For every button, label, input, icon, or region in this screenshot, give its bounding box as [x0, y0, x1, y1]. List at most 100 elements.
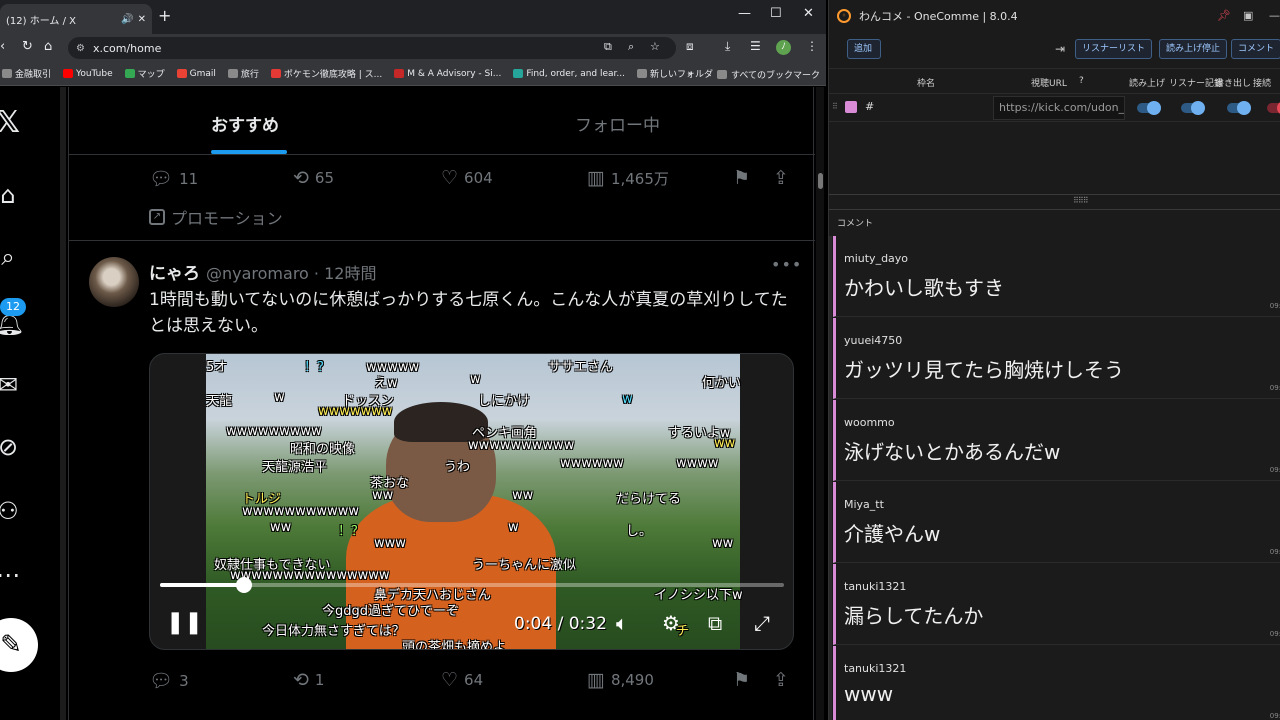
pin-icon[interactable]: 📌︎: [1217, 9, 1231, 22]
bookmark-item[interactable]: ポケモン徹底攻略 | ス...: [270, 67, 382, 80]
address-bar[interactable]: ⚙ x.com/home: [68, 37, 676, 59]
all-bookmarks-link[interactable]: すべてのブックマーク: [731, 68, 820, 81]
profile-avatar[interactable]: ﾉ: [776, 40, 791, 55]
comment-user[interactable]: tanuki1321: [844, 580, 906, 593]
source-url-field[interactable]: https://kick.com/udon_is: [993, 96, 1125, 120]
listener-list-button[interactable]: リスナーリスト: [1075, 39, 1153, 59]
login-icon[interactable]: ⇥: [1055, 42, 1065, 56]
bookmark-star-icon[interactable]: ☆: [650, 40, 660, 53]
comment-user[interactable]: woommo: [844, 416, 895, 429]
site-info-icon[interactable]: ⚙: [76, 43, 85, 54]
bookmark-button[interactable]: ⚑: [733, 669, 756, 691]
promotion-label[interactable]: ↗ プロモーション: [149, 205, 283, 229]
home-nav-icon[interactable]: ⌂: [0, 181, 22, 209]
page-scrollbar-thumb[interactable]: [818, 173, 823, 189]
bookmark-item[interactable]: Gmail: [176, 69, 216, 79]
minimize-icon[interactable]: —: [738, 6, 751, 21]
repost-button[interactable]: ⟲ 65: [293, 167, 334, 189]
repost-button[interactable]: ⟲ 1: [293, 669, 324, 691]
messages-nav-icon[interactable]: ✉: [0, 371, 22, 399]
comment-user[interactable]: tanuki1321: [844, 662, 906, 675]
reply-button[interactable]: 💬︎ 11: [149, 167, 198, 190]
tab-close-icon[interactable]: ✕: [138, 14, 146, 25]
drag-handle-icon[interactable]: ⠿: [832, 102, 838, 111]
settings-icon[interactable]: ⚙: [662, 611, 680, 635]
post-handle-time[interactable]: @nyaromaro · 12時間: [206, 260, 376, 284]
bookmark-item[interactable]: M & A Advisory - Si...: [394, 69, 501, 79]
maximize-icon[interactable]: ☐: [770, 6, 782, 21]
comment-list[interactable]: miuty_dayo かわいし歌もすき 09: yuuei4750 ガッツリ見てたら胸焼…: [829, 236, 1280, 720]
onecomme-window: ◦ わんコメ - OneComme | 8.0.4 📌︎ ▣ — 追加 ⇥ リス…: [828, 0, 1280, 720]
bookmark-item[interactable]: YouTube: [63, 69, 113, 79]
home-icon[interactable]: ⌂: [44, 39, 52, 54]
like-button[interactable]: ♡ 604: [441, 167, 493, 189]
views-button[interactable]: ▥ 1,465万: [587, 167, 669, 189]
window-mode-icon[interactable]: ▣: [1243, 9, 1253, 22]
comment-user[interactable]: miuty_dayo: [844, 252, 908, 265]
download-icon[interactable]: ⤓: [725, 39, 730, 54]
source-color-checkbox[interactable]: [845, 101, 857, 113]
nav-scrollbar[interactable]: [60, 87, 66, 720]
stop-reading-button[interactable]: 読み上げ停止: [1159, 39, 1228, 59]
comment-item[interactable]: tanuki1321 www 09:: [833, 646, 1280, 720]
bookmark-item[interactable]: マップ: [124, 67, 165, 80]
video-progress-bar[interactable]: [160, 577, 784, 593]
comment-item[interactable]: woommo 泳げないとかあるんだw 09:: [833, 400, 1280, 481]
comment-item[interactable]: miuty_dayo かわいし歌もすき 09:: [833, 236, 1280, 317]
more-nav-icon[interactable]: ⋯: [0, 561, 22, 589]
video-player[interactable]: 5オ！？ wwwww えw w ササエさん 何かい 天龍 w ドッスン しにかけ w wwwwwww w…: [149, 353, 794, 650]
browser-tab-x-home[interactable]: (12) ホーム / X 🔊 ✕: [0, 4, 152, 34]
share-button[interactable]: ⇪: [773, 167, 795, 189]
help-icon[interactable]: ?: [1079, 76, 1084, 86]
zoom-icon[interactable]: ⌕: [628, 40, 634, 54]
x-logo-icon[interactable]: 𝕏: [0, 108, 22, 138]
danmaku-comment: 天龍: [206, 394, 233, 409]
bookmarks-overflow-icon[interactable]: »: [687, 69, 693, 79]
comment-settings-button[interactable]: コメント: [1231, 39, 1280, 59]
tab-recommended[interactable]: おすすめ: [211, 111, 279, 136]
views-button[interactable]: ▥ 8,490: [587, 669, 654, 691]
listener-toggle[interactable]: [1181, 101, 1205, 115]
post-author-name[interactable]: にゃろ: [149, 259, 200, 284]
search-nav-icon[interactable]: ⌕: [0, 243, 22, 271]
pip-icon[interactable]: ⧉: [708, 611, 722, 635]
connect-toggle[interactable]: [1267, 101, 1280, 115]
minimize-icon[interactable]: —: [1269, 9, 1280, 22]
cast-icon[interactable]: ⧉: [604, 40, 612, 54]
comment-item[interactable]: yuuei4750 ガッツリ見てたら胸焼けしそう 09:: [833, 318, 1280, 399]
like-button[interactable]: ♡ 64: [441, 669, 483, 691]
grok-nav-icon[interactable]: ⊘: [0, 433, 22, 461]
fullscreen-icon[interactable]: ⤢: [754, 611, 770, 635]
comment-item[interactable]: Miya_tt 介護やんw 09:: [833, 482, 1280, 563]
share-button[interactable]: ⇪: [773, 669, 795, 691]
volume-icon[interactable]: 🔈︎: [616, 611, 628, 635]
post-more-icon[interactable]: •••: [771, 255, 802, 274]
menu-icon[interactable]: ⋮: [806, 39, 818, 53]
back-icon[interactable]: ‹: [0, 39, 5, 54]
read-toggle[interactable]: [1137, 101, 1161, 115]
pane-splitter[interactable]: ⠿⠿⠿: [829, 194, 1280, 210]
media-icon[interactable]: ☰: [750, 39, 761, 53]
write-toggle[interactable]: [1227, 101, 1251, 115]
post-compose-button[interactable]: ✎: [0, 618, 38, 672]
post-author-avatar[interactable]: [89, 257, 139, 307]
reply-button[interactable]: 💬︎ 3: [149, 669, 189, 692]
close-window-icon[interactable]: ✕: [803, 6, 814, 21]
bookmark-item[interactable]: 旅行: [227, 67, 259, 80]
pause-icon[interactable]: ❚❚: [166, 610, 203, 635]
reload-icon[interactable]: ↻: [22, 39, 33, 54]
col-write: 書き出し: [1215, 79, 1252, 89]
bookmark-item[interactable]: 金融取引: [2, 67, 51, 80]
source-name[interactable]: #: [865, 100, 874, 113]
bookmark-button[interactable]: ⚑: [733, 167, 756, 189]
tab-audio-icon[interactable]: 🔊: [121, 14, 133, 25]
tab-following[interactable]: フォロー中: [575, 111, 660, 136]
comment-item[interactable]: tanuki1321 漏らしてたんか 09:: [833, 564, 1280, 645]
profile-nav-icon[interactable]: ⚇: [0, 497, 22, 525]
add-button[interactable]: 追加: [847, 39, 881, 59]
extensions-icon[interactable]: ⧈: [686, 39, 694, 54]
new-tab-button[interactable]: +: [158, 6, 171, 25]
comment-user[interactable]: yuuei4750: [844, 334, 902, 347]
bookmark-item[interactable]: Find, order, and lear...: [513, 69, 625, 79]
comment-user[interactable]: Miya_tt: [844, 498, 884, 511]
